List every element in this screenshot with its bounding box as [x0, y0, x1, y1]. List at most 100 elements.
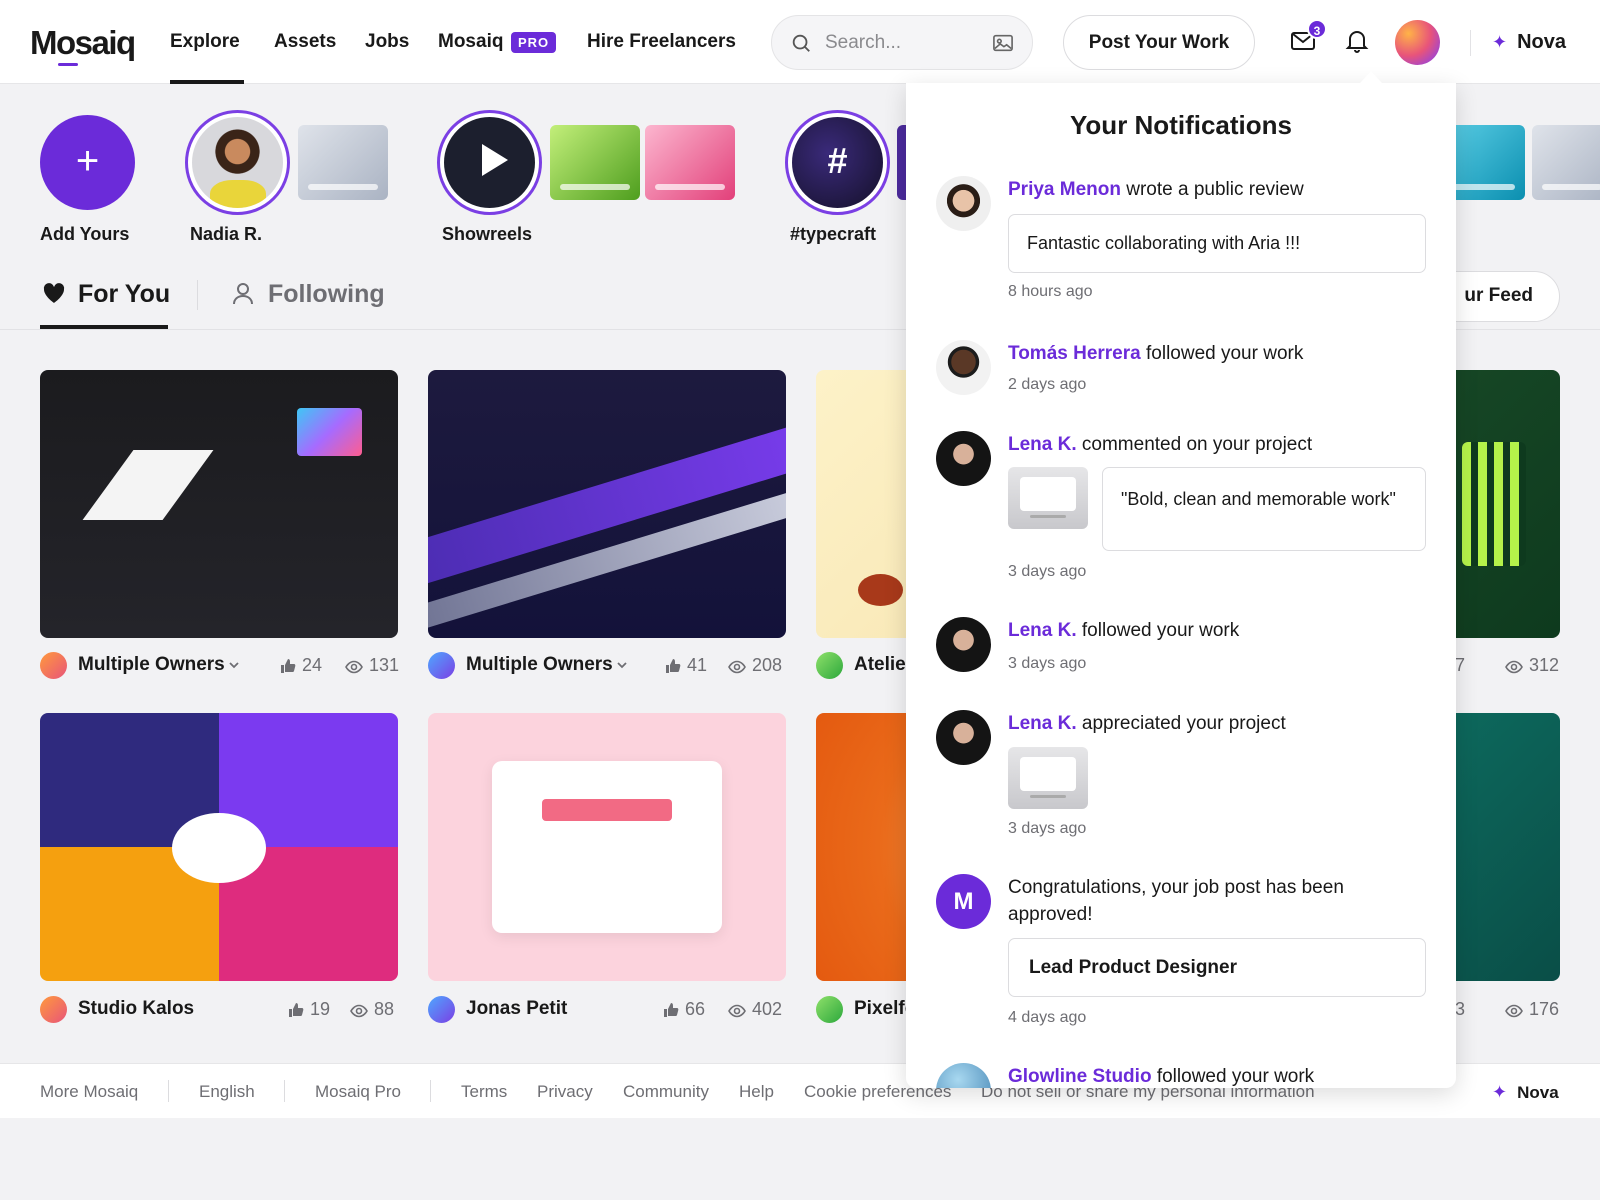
- footer-link-mosaiq-pro[interactable]: Mosaiq Pro: [315, 1082, 401, 1102]
- owner-avatar[interactable]: [816, 996, 843, 1023]
- story-thumbnail[interactable]: [298, 125, 388, 200]
- nova-label: Nova: [1517, 31, 1566, 53]
- footer-link-terms[interactable]: Terms: [461, 1082, 507, 1102]
- nova-button[interactable]: ✦ Nova: [1492, 31, 1566, 54]
- bell-icon[interactable]: [1345, 28, 1369, 54]
- play-icon: [482, 144, 508, 176]
- appreciations-count: 24: [280, 655, 322, 676]
- owner-avatar[interactable]: [40, 996, 67, 1023]
- owner-avatar[interactable]: [40, 652, 67, 679]
- story-label-typecraft: #typecraft: [790, 224, 877, 244]
- tab-label: For You: [78, 280, 171, 308]
- notification-avatar[interactable]: [936, 176, 991, 231]
- notification-avatar[interactable]: [936, 710, 991, 765]
- notification-text: Tomás Herrera followed your work: [1008, 343, 1304, 364]
- notification-text: Lena K. followed your work: [1008, 620, 1240, 641]
- footer-link-more-mosaiq[interactable]: More Mosaiq: [40, 1082, 138, 1102]
- owner-name[interactable]: Atelier: [854, 654, 913, 676]
- project-card[interactable]: [428, 370, 786, 638]
- footer-nova-button[interactable]: ✦ Nova: [1492, 1082, 1559, 1103]
- views-count: 176: [1505, 999, 1559, 1020]
- notification-avatar[interactable]: [936, 340, 991, 395]
- mosaiq-logo[interactable]: Mosaiq: [30, 24, 136, 62]
- footer-link-privacy[interactable]: Privacy: [537, 1082, 593, 1102]
- nav-active-indicator: [170, 80, 244, 84]
- nav-assets[interactable]: Assets: [274, 31, 336, 53]
- tab-following[interactable]: Following: [232, 280, 385, 309]
- card-meta: Multiple Owners 41 208: [428, 650, 786, 680]
- project-card[interactable]: [428, 713, 786, 981]
- top-navigation-bar: Mosaiq Explore Assets Jobs Mosaiq PRO Hi…: [0, 0, 1600, 84]
- story-thumbnail[interactable]: [1532, 125, 1600, 200]
- notification-user-link[interactable]: Glowline Studio: [1008, 1066, 1152, 1087]
- notification-avatar[interactable]: [936, 1063, 991, 1088]
- owner-name[interactable]: Jonas Petit: [466, 998, 567, 1020]
- mosaiq-system-avatar: M: [936, 874, 991, 929]
- views-count: 312: [1505, 655, 1559, 676]
- owner-name[interactable]: Studio Kalos: [78, 998, 194, 1020]
- appreciations-count: 19: [288, 999, 330, 1020]
- notification-user-link[interactable]: Lena K.: [1008, 713, 1077, 734]
- views-count: 208: [728, 655, 782, 676]
- story-nadia-avatar[interactable]: [185, 110, 290, 215]
- project-thumbnail[interactable]: [1008, 747, 1088, 809]
- notifications-caret: [1360, 71, 1382, 83]
- notification-avatar[interactable]: [936, 431, 991, 486]
- notification-user-link[interactable]: Priya Menon: [1008, 179, 1121, 200]
- story-label-nadia: Nadia R.: [190, 224, 263, 244]
- footer-link-english[interactable]: English: [199, 1082, 255, 1102]
- search-input[interactable]: [825, 28, 985, 58]
- story-label-showreels: Showreels: [442, 224, 533, 244]
- image-search-icon[interactable]: [992, 33, 1014, 53]
- appreciations-count: 66: [663, 999, 705, 1020]
- nav-explore[interactable]: Explore: [170, 31, 240, 53]
- story-thumbnail[interactable]: [550, 125, 640, 200]
- notification-time: 3 days ago: [1008, 655, 1087, 672]
- notifications-title: Your Notifications: [1070, 110, 1292, 140]
- owner-avatar[interactable]: [428, 996, 455, 1023]
- logo-underline: [58, 63, 78, 66]
- pro-badge: PRO: [511, 32, 557, 53]
- nav-jobs[interactable]: Jobs: [365, 31, 409, 53]
- notification-avatar[interactable]: [936, 617, 991, 672]
- project-thumbnail[interactable]: [1008, 467, 1088, 529]
- user-avatar[interactable]: [1395, 20, 1440, 65]
- footer-link-help[interactable]: Help: [739, 1082, 774, 1102]
- notification-text: Lena K. commented on your project: [1008, 434, 1313, 455]
- eye-icon: [728, 1004, 746, 1018]
- card-meta: Studio Kalos 19 88: [40, 994, 398, 1024]
- footer-link-community[interactable]: Community: [623, 1082, 709, 1102]
- project-card[interactable]: [40, 713, 398, 981]
- chevron-down-icon[interactable]: [228, 659, 240, 671]
- thumbs-up-icon: [666, 659, 681, 673]
- notifications-panel: Your Notifications Priya Menon wrote a p…: [906, 83, 1456, 1088]
- nav-mosaiq-pro[interactable]: Mosaiq: [438, 31, 503, 53]
- add-story-button[interactable]: +: [40, 115, 135, 210]
- owner-name[interactable]: Multiple Owners: [466, 654, 613, 676]
- nav-hire-freelancers[interactable]: Hire Freelancers: [587, 31, 736, 53]
- story-label-add-yours: Add Yours: [40, 224, 130, 244]
- notification-time: 3 days ago: [1008, 820, 1087, 837]
- project-card[interactable]: [40, 370, 398, 638]
- search-bar: [771, 15, 1033, 70]
- job-approved-message: Congratulations, your job post has been …: [1008, 877, 1344, 925]
- story-showreels[interactable]: [437, 110, 542, 215]
- notification-user-link[interactable]: Lena K.: [1008, 620, 1077, 641]
- notification-time: 8 hours ago: [1008, 283, 1093, 300]
- owner-name[interactable]: Multiple Owners: [78, 654, 225, 676]
- footer-divider: [168, 1080, 169, 1102]
- owner-avatar[interactable]: [428, 652, 455, 679]
- owner-avatar[interactable]: [816, 652, 843, 679]
- chevron-down-icon[interactable]: [616, 659, 628, 671]
- appreciations-count: 41: [665, 655, 707, 676]
- story-typecraft[interactable]: #: [785, 110, 890, 215]
- story-thumbnail[interactable]: [645, 125, 735, 200]
- tab-for-you[interactable]: For You: [42, 280, 170, 309]
- post-your-work-button[interactable]: Post Your Work: [1063, 15, 1255, 70]
- notification-user-link[interactable]: Tomás Herrera: [1008, 343, 1141, 364]
- tab-label: Following: [268, 280, 385, 308]
- thumbs-up-icon: [289, 1003, 304, 1017]
- notification-user-link[interactable]: Lena K.: [1008, 434, 1077, 455]
- nova-label: Nova: [1517, 1083, 1559, 1102]
- job-post-link[interactable]: Lead Product Designer: [1008, 938, 1426, 997]
